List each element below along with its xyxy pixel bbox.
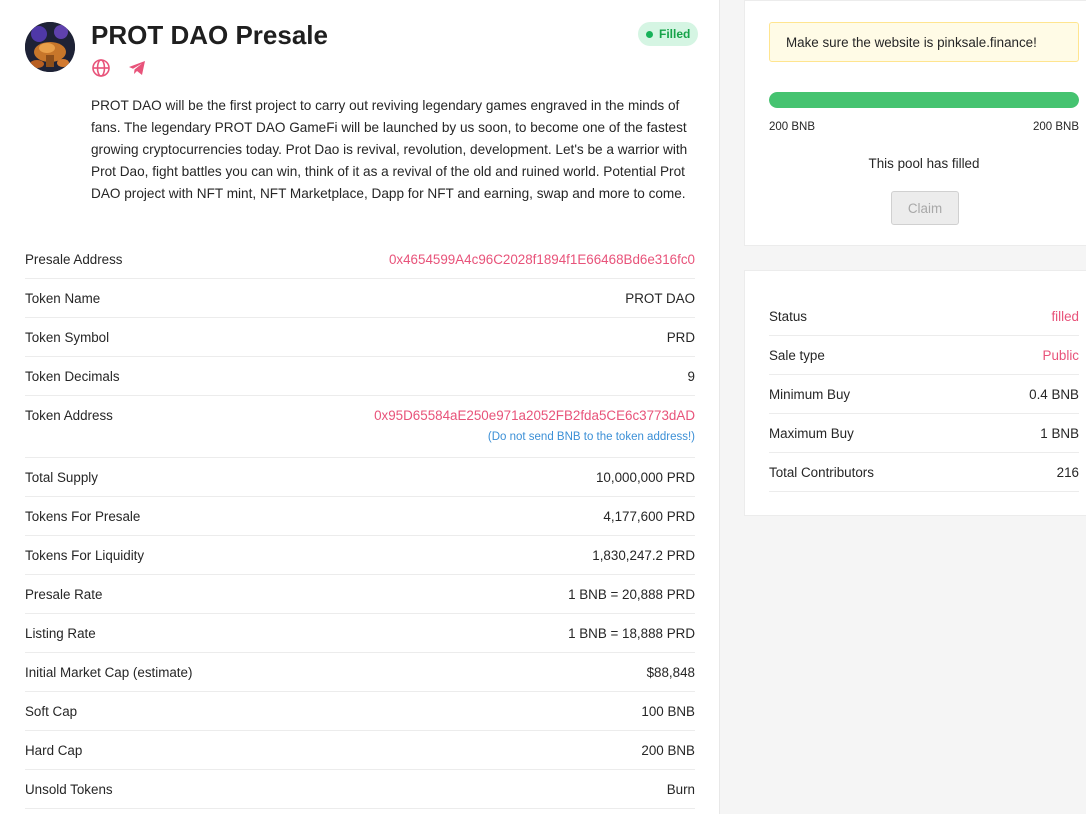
sale-value: 0.4 BNB: [1029, 386, 1079, 402]
sale-label: Sale type: [769, 347, 825, 363]
pool-status-card: Make sure the website is pinksale.financ…: [744, 0, 1086, 246]
token-address-warning: (Do not send BNB to the token address!): [487, 431, 695, 443]
progress-labels: 200 BNB 200 BNB: [769, 121, 1079, 133]
detail-value: 1 BNB = 20,888 PRD: [568, 586, 695, 602]
detail-value: PRD: [666, 329, 695, 345]
presale-address-link[interactable]: 0x4654599A4c96C2028f1894f1E66468Bd6e316f…: [389, 252, 695, 267]
detail-label: Token Address: [25, 408, 113, 423]
page-title: PROT DAO Presale: [91, 20, 328, 50]
progress-raised: 200 BNB: [769, 121, 816, 133]
detail-label: Token Name: [25, 290, 101, 306]
detail-value: 4,177,600 PRD: [603, 508, 695, 524]
sale-label: Maximum Buy: [769, 425, 854, 441]
detail-row-soft-cap: Soft Cap 100 BNB: [25, 692, 695, 731]
detail-row-initial-market-cap: Initial Market Cap (estimate) $88,848: [25, 653, 695, 692]
detail-label: Hard Cap: [25, 742, 83, 758]
detail-value: 200 BNB: [641, 742, 695, 758]
status-badge: Filled: [638, 22, 699, 46]
detail-row-token-name: Token Name PROT DAO: [25, 279, 695, 318]
detail-label: Presale Rate: [25, 586, 103, 602]
detail-label: Tokens For Liquidity: [25, 547, 145, 563]
sale-row-minimum-buy: Minimum Buy 0.4 BNB: [769, 375, 1079, 414]
pool-progress-bar: [769, 92, 1079, 108]
status-badge-label: Filled: [659, 27, 691, 41]
detail-value: 1 BNB = 18,888 PRD: [568, 625, 695, 641]
detail-label: Listing Rate: [25, 625, 96, 641]
sale-row-status: Status filled: [769, 297, 1079, 336]
detail-label: Initial Market Cap (estimate): [25, 664, 193, 680]
detail-value: 10,000,000 PRD: [595, 469, 695, 485]
sale-row-maximum-buy: Maximum Buy 1 BNB: [769, 414, 1079, 453]
detail-row-total-supply: Total Supply 10,000,000 PRD: [25, 458, 695, 497]
telegram-icon[interactable]: [127, 58, 147, 78]
pool-status-message: This pool has filled: [868, 156, 980, 171]
sale-info-table: Status filled Sale type Public Minimum B…: [769, 297, 1079, 492]
detail-row-tokens-for-presale: Tokens For Presale 4,177,600 PRD: [25, 497, 695, 536]
project-description: PROT DAO will be the first project to ca…: [91, 98, 688, 201]
progress-cap: 200 BNB: [1032, 121, 1079, 133]
sale-value: 1 BNB: [1040, 425, 1079, 441]
presale-details-table: Presale Address 0x4654599A4c96C2028f1894…: [25, 240, 695, 809]
detail-row-token-symbol: Token Symbol PRD: [25, 318, 695, 357]
token-address-wrapper: 0x95D65584aE250e971a2052FB2fda5CE6c3773d…: [374, 408, 695, 443]
detail-value: $88,848: [646, 664, 695, 680]
detail-row-token-decimals: Token Decimals 9: [25, 357, 695, 396]
detail-row-tokens-for-liquidity: Tokens For Liquidity 1,830,247.2 PRD: [25, 536, 695, 575]
website-warning-alert: Make sure the website is pinksale.financ…: [769, 22, 1079, 62]
sale-info-card: Status filled Sale type Public Minimum B…: [744, 270, 1086, 516]
claim-button[interactable]: Claim: [891, 191, 959, 225]
detail-label: Soft Cap: [25, 703, 78, 719]
sale-label: Minimum Buy: [769, 386, 851, 402]
status-dot-icon: [646, 30, 653, 38]
sale-value: 216: [1056, 464, 1079, 480]
detail-value: 9: [687, 368, 695, 384]
detail-row-presale-address: Presale Address 0x4654599A4c96C2028f1894…: [25, 240, 695, 279]
detail-row-hard-cap: Hard Cap 200 BNB: [25, 731, 695, 770]
detail-label: Token Symbol: [25, 329, 110, 345]
detail-label: Total Supply: [25, 469, 98, 485]
pool-progress-fill: [769, 92, 1079, 108]
detail-value: 100 BNB: [641, 703, 695, 719]
detail-row-unsold-tokens: Unsold Tokens Burn: [25, 770, 695, 809]
detail-value: 1,830,247.2 PRD: [592, 547, 695, 563]
sale-row-type: Sale type Public: [769, 336, 1079, 375]
detail-label: Token Decimals: [25, 368, 120, 384]
sale-label: Status: [769, 308, 807, 324]
detail-label: Unsold Tokens: [25, 781, 113, 797]
presale-detail-panel: PROT DAO Presale Filled PROT DAO will be…: [0, 0, 720, 814]
globe-icon[interactable]: [91, 58, 111, 78]
sale-status-value: filled: [1051, 308, 1079, 324]
detail-value: PROT DAO: [625, 290, 695, 306]
detail-label: Presale Address: [25, 251, 123, 267]
detail-row-presale-rate: Presale Rate 1 BNB = 20,888 PRD: [25, 575, 695, 614]
project-avatar: [25, 22, 75, 72]
sale-label: Total Contributors: [769, 464, 874, 480]
detail-label: Tokens For Presale: [25, 508, 141, 524]
project-links: [91, 58, 147, 78]
sale-row-total-contributors: Total Contributors 216: [769, 453, 1079, 492]
detail-value: Burn: [666, 781, 695, 797]
sale-type-value: Public: [1042, 347, 1079, 363]
detail-row-token-address: Token Address 0x95D65584aE250e971a2052FB…: [25, 396, 695, 458]
token-address-link[interactable]: 0x95D65584aE250e971a2052FB2fda5CE6c3773d…: [374, 408, 695, 423]
detail-row-listing-rate: Listing Rate 1 BNB = 18,888 PRD: [25, 614, 695, 653]
